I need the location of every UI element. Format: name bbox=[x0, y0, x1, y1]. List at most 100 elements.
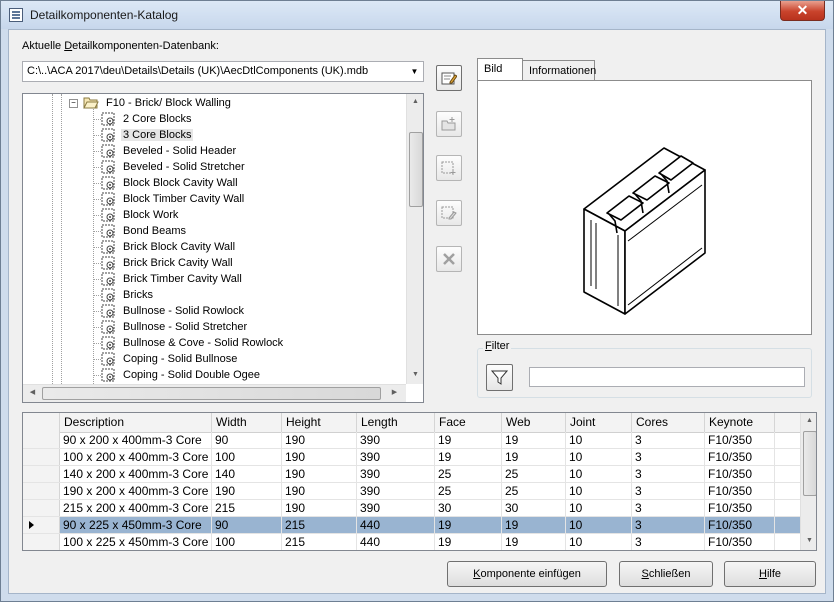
tab-bild[interactable]: Bild bbox=[477, 58, 523, 80]
tree-guide-line bbox=[94, 343, 101, 344]
table-row[interactable]: 190 x 200 x 400mm-3 Core 190 190 390 25 25 10 3… bbox=[23, 483, 800, 500]
row-header[interactable] bbox=[23, 466, 60, 482]
table-row[interactable]: 215 x 200 x 400mm-3 Core 215 190 390 30 30 10 3… bbox=[23, 500, 800, 517]
tree-item[interactable]: Block Timber Cavity Wall bbox=[94, 191, 246, 207]
scroll-up-icon[interactable]: ▲ bbox=[802, 413, 816, 429]
tree-item[interactable]: Block Block Cavity Wall bbox=[94, 175, 240, 191]
edit-component-button[interactable] bbox=[436, 200, 462, 226]
tree-folder-node[interactable]: − F10 - Brick/ Block Walling bbox=[69, 95, 233, 111]
scroll-thumb[interactable] bbox=[409, 132, 423, 207]
table-row[interactable]: 90 x 200 x 400mm-3 Core 90 190 390 19 19 10 3 F1… bbox=[23, 432, 800, 449]
table-row[interactable]: 90 x 225 x 450mm-3 Core 90 215 440 19 19 10 3 F1… bbox=[23, 517, 800, 534]
table-cell: 215 bbox=[212, 500, 282, 516]
detail-component-icon bbox=[101, 288, 115, 302]
scroll-thumb[interactable] bbox=[42, 387, 381, 400]
detail-component-icon bbox=[101, 176, 115, 190]
delete-button[interactable] bbox=[436, 246, 462, 272]
dialog-client-area: Aktuelle Detailkomponenten-Datenbank: C:… bbox=[8, 29, 826, 594]
tab-informationen[interactable]: Informationen bbox=[522, 60, 596, 80]
tree-item[interactable]: 2 Core Blocks bbox=[94, 111, 193, 127]
tree-item[interactable]: 3 Core Blocks bbox=[94, 127, 194, 143]
table-row[interactable]: 100 x 225 x 450mm-3 Core 100 215 440 19 19 10 3… bbox=[23, 534, 800, 550]
new-folder-button[interactable] bbox=[436, 111, 462, 137]
scroll-thumb[interactable] bbox=[803, 431, 816, 496]
table-row[interactable]: 100 x 200 x 400mm-3 Core 100 190 390 19 19 10 3… bbox=[23, 449, 800, 466]
table-cell: 10 bbox=[566, 432, 632, 448]
detail-component-icon bbox=[101, 352, 115, 366]
help-button[interactable]: Hilfe bbox=[724, 561, 816, 587]
table-cell: 10 bbox=[566, 466, 632, 482]
filter-input[interactable] bbox=[529, 367, 805, 387]
row-header[interactable] bbox=[23, 432, 60, 448]
detail-component-icon bbox=[101, 112, 115, 126]
tree-vertical-scrollbar[interactable]: ▲ ▼ bbox=[406, 94, 423, 384]
column-header[interactable]: Length bbox=[357, 413, 435, 432]
column-header[interactable]: Cores bbox=[632, 413, 705, 432]
detail-component-icon bbox=[101, 320, 115, 334]
table-vertical-scrollbar[interactable]: ▲ ▼ bbox=[800, 413, 816, 550]
scroll-left-icon[interactable]: ◀ bbox=[25, 385, 40, 401]
tree-item[interactable]: Beveled - Solid Stretcher bbox=[94, 159, 247, 175]
table-cell: 390 bbox=[357, 466, 435, 482]
add-component-button[interactable] bbox=[436, 155, 462, 181]
component-tree[interactable]: − F10 - Brick/ Block Walling 2 Core Bloc… bbox=[22, 93, 424, 403]
column-header[interactable]: Description bbox=[60, 413, 212, 432]
row-header[interactable] bbox=[23, 534, 60, 550]
database-dropdown[interactable]: C:\..\ACA 2017\deu\Details\Details (UK)\… bbox=[22, 61, 424, 82]
scroll-down-icon[interactable]: ▼ bbox=[408, 367, 423, 383]
table-row[interactable]: 140 x 200 x 400mm-3 Core 140 190 390 25 25 10 3… bbox=[23, 466, 800, 483]
tree-item[interactable]: Bullnose - Solid Stretcher bbox=[94, 319, 249, 335]
column-header[interactable]: Keynote bbox=[705, 413, 775, 432]
scroll-up-icon[interactable]: ▲ bbox=[408, 94, 423, 110]
tree-item[interactable]: Block Work bbox=[94, 207, 180, 223]
row-header[interactable] bbox=[23, 500, 60, 516]
title-bar[interactable]: Detailkomponenten-Katalog ✕ bbox=[1, 1, 833, 29]
table-cell: F10/350 bbox=[705, 534, 775, 550]
row-header[interactable] bbox=[23, 483, 60, 499]
catalog-icon bbox=[9, 8, 23, 22]
tree-item[interactable]: Brick Timber Cavity Wall bbox=[94, 271, 244, 287]
column-header[interactable]: Width bbox=[212, 413, 282, 432]
table-cell: F10/350 bbox=[705, 483, 775, 499]
tree-item[interactable]: Bond Beams bbox=[94, 223, 188, 239]
table-cell: 140 x 200 x 400mm-3 Core bbox=[60, 466, 212, 482]
close-button[interactable]: Schließen bbox=[619, 561, 713, 587]
column-header[interactable]: Face bbox=[435, 413, 502, 432]
tree-item[interactable]: Beveled - Solid Header bbox=[94, 143, 238, 159]
database-path: C:\..\ACA 2017\deu\Details\Details (UK)\… bbox=[27, 65, 369, 77]
column-header[interactable]: Joint bbox=[566, 413, 632, 432]
table-cell: 140 bbox=[212, 466, 282, 482]
tree-item[interactable]: Bullnose & Cove - Solid Rowlock bbox=[94, 335, 285, 351]
collapse-icon[interactable]: − bbox=[69, 99, 78, 108]
row-header[interactable] bbox=[23, 449, 60, 465]
delete-icon bbox=[443, 253, 455, 265]
tree-item[interactable]: Coping - Solid Bullnose bbox=[94, 351, 239, 367]
tree-item[interactable]: Bullnose - Solid Rowlock bbox=[94, 303, 246, 319]
scroll-right-icon[interactable]: ▶ bbox=[387, 385, 402, 401]
table-cell: 3 bbox=[632, 517, 705, 533]
insert-component-button[interactable]: Komponente einfügen bbox=[447, 561, 607, 587]
row-header[interactable] bbox=[23, 517, 60, 533]
tree-horizontal-scrollbar[interactable]: ◀ ▶ bbox=[23, 384, 406, 402]
tree-item[interactable]: Brick Block Cavity Wall bbox=[94, 239, 237, 255]
detail-component-icon bbox=[101, 368, 115, 382]
preview-panel bbox=[477, 80, 812, 335]
table-cell: 3 bbox=[632, 483, 705, 499]
tree-item[interactable]: Coping - Solid Double Ogee bbox=[94, 367, 262, 383]
scroll-down-icon[interactable]: ▼ bbox=[802, 533, 816, 549]
filter-button[interactable] bbox=[486, 364, 513, 391]
tree-guide-line bbox=[94, 135, 101, 136]
table-cell: F10/350 bbox=[705, 449, 775, 465]
table-cell: 440 bbox=[357, 517, 435, 533]
component-table[interactable]: Description Width Height Length Face Web Joint… bbox=[22, 412, 817, 551]
edit-database-button[interactable] bbox=[436, 65, 462, 91]
column-header[interactable]: Web bbox=[502, 413, 566, 432]
close-window-button[interactable]: ✕ bbox=[780, 1, 825, 21]
add-component-icon bbox=[441, 161, 456, 175]
chevron-down-icon[interactable]: ▼ bbox=[406, 62, 423, 81]
tree-item[interactable]: Brick Brick Cavity Wall bbox=[94, 255, 235, 271]
component-preview-image bbox=[583, 147, 706, 315]
table-cell: 90 x 200 x 400mm-3 Core bbox=[60, 432, 212, 448]
tree-item[interactable]: Bricks bbox=[94, 287, 155, 303]
column-header[interactable]: Height bbox=[282, 413, 357, 432]
